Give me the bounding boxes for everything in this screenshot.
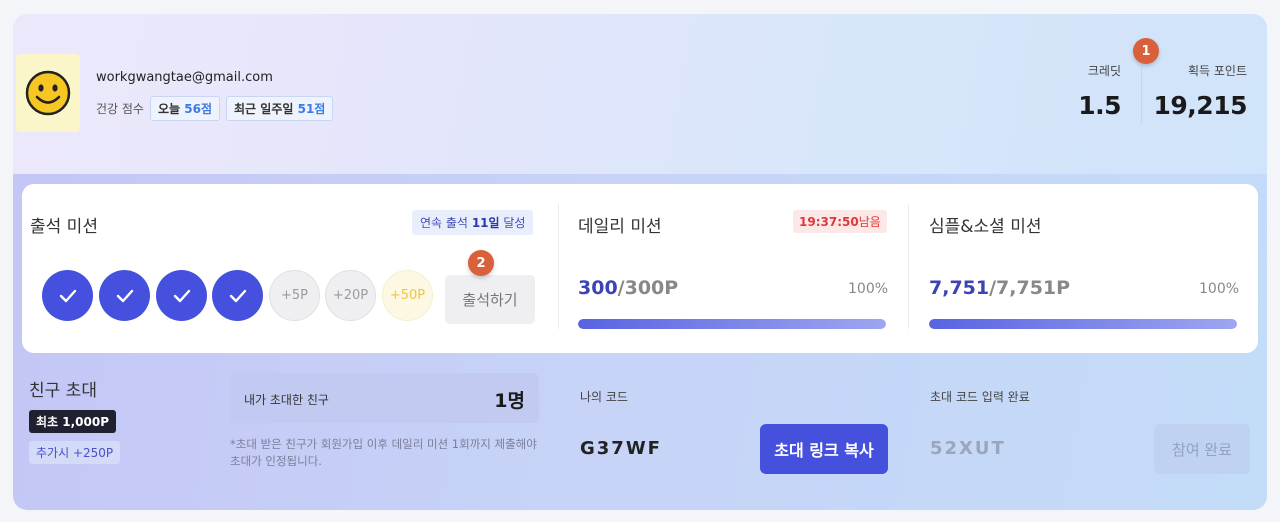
rewards-panel: workgwangtae@gmail.com 건강 점수 오늘 56점 최근 일… — [13, 14, 1267, 510]
step-badge-1: 1 — [1133, 38, 1159, 64]
checkmark-icon — [229, 289, 246, 302]
today-score: 56점 — [184, 102, 213, 116]
credit-stat: 크레딧 1.5 — [1078, 62, 1121, 120]
streak-badge: 연속 출석 11일 달성 — [412, 210, 534, 235]
attendance-reward-5p: +5P — [269, 270, 320, 321]
invite-title: 친구 초대 — [29, 381, 97, 401]
section-divider — [558, 204, 559, 329]
daily-mission-title: 데일리 미션 — [578, 217, 662, 237]
invite-note: *초대 받은 친구가 회원가입 이후 데일리 미션 1회까지 제출해야 초대가 … — [230, 437, 537, 468]
points-stat: 획득 포인트 19,215 — [1153, 62, 1248, 120]
timer-value: 19:37:50 — [799, 215, 859, 229]
invited-friends-count: 1명 — [494, 390, 525, 412]
attendance-day-1 — [42, 270, 93, 321]
attend-button[interactable]: 출석하기 — [445, 275, 535, 324]
social-progress-value: 7,751/7,751P — [929, 277, 1070, 299]
points-value: 19,215 — [1153, 91, 1248, 120]
today-score-chip: 오늘 56점 — [149, 96, 221, 121]
checkmark-icon — [116, 289, 133, 302]
extra-invite-reward: 추가시 +250P — [29, 441, 121, 464]
social-current: 7,751 — [929, 277, 990, 299]
today-label: 오늘 — [157, 102, 181, 116]
attendance-day-3 — [156, 270, 207, 321]
step-badge-2: 2 — [468, 250, 494, 276]
social-progress-fill — [929, 319, 1237, 329]
copy-invite-link-button[interactable]: 초대 링크 복사 — [760, 424, 888, 474]
entered-code-label: 초대 코드 입력 완료 — [930, 390, 1030, 404]
attendance-day-2 — [99, 270, 150, 321]
stat-divider — [1141, 66, 1142, 124]
social-total: /7,751P — [989, 277, 1071, 299]
user-email: workgwangtae@gmail.com — [96, 70, 273, 85]
streak-suffix: 달성 — [503, 216, 526, 230]
daily-progress-fill — [578, 319, 886, 329]
points-label: 획득 포인트 — [1187, 64, 1247, 78]
credit-value: 1.5 — [1078, 91, 1121, 120]
social-progress-bar — [929, 319, 1237, 329]
smiley-face-icon — [25, 70, 71, 116]
checkmark-icon — [59, 289, 76, 302]
attendance-title: 출석 미션 — [30, 217, 98, 237]
streak-prefix: 연속 출석 — [420, 216, 468, 230]
streak-days: 11일 — [471, 216, 500, 230]
daily-current: 300 — [578, 277, 618, 299]
section-divider — [908, 204, 909, 329]
week-label: 최근 일주일 — [234, 102, 294, 116]
health-score-row: 건강 점수 오늘 56점 최근 일주일 51점 — [96, 96, 334, 121]
attendance-reward-20p: +20P — [325, 270, 376, 321]
my-code: G37WF — [580, 438, 662, 459]
daily-percent: 100% — [848, 281, 889, 297]
first-invite-reward: 최초 1,000P — [29, 410, 117, 433]
social-percent: 100% — [1199, 281, 1240, 297]
mission-card: 출석 미션 연속 출석 11일 달성 +5P +20P +50P 출석하기 2 … — [22, 184, 1258, 353]
attendance-reward-50p: +50P — [382, 270, 433, 321]
daily-progress-bar — [578, 319, 886, 329]
timer-unit: 남음 — [858, 215, 881, 229]
avatar — [16, 54, 80, 132]
credit-label: 크레딧 — [1087, 64, 1121, 78]
daily-timer: 19:37:50남음 — [793, 210, 887, 233]
week-score: 51점 — [297, 102, 326, 116]
attendance-day-4 — [212, 270, 263, 321]
social-mission-title: 심플&소셜 미션 — [929, 217, 1042, 237]
week-score-chip: 최근 일주일 51점 — [226, 96, 334, 121]
my-code-label: 나의 코드 — [580, 390, 628, 404]
join-complete-button[interactable]: 참여 완료 — [1154, 424, 1250, 474]
daily-progress-value: 300/300P — [578, 277, 678, 299]
invited-friends-label: 내가 초대한 친구 — [244, 393, 329, 407]
entered-code: 52XUT — [930, 438, 1006, 459]
health-score-label: 건강 점수 — [96, 102, 144, 116]
invited-friends-box: 내가 초대한 친구 1명 — [230, 373, 539, 423]
checkmark-icon — [173, 289, 190, 302]
daily-total: /300P — [617, 277, 679, 299]
